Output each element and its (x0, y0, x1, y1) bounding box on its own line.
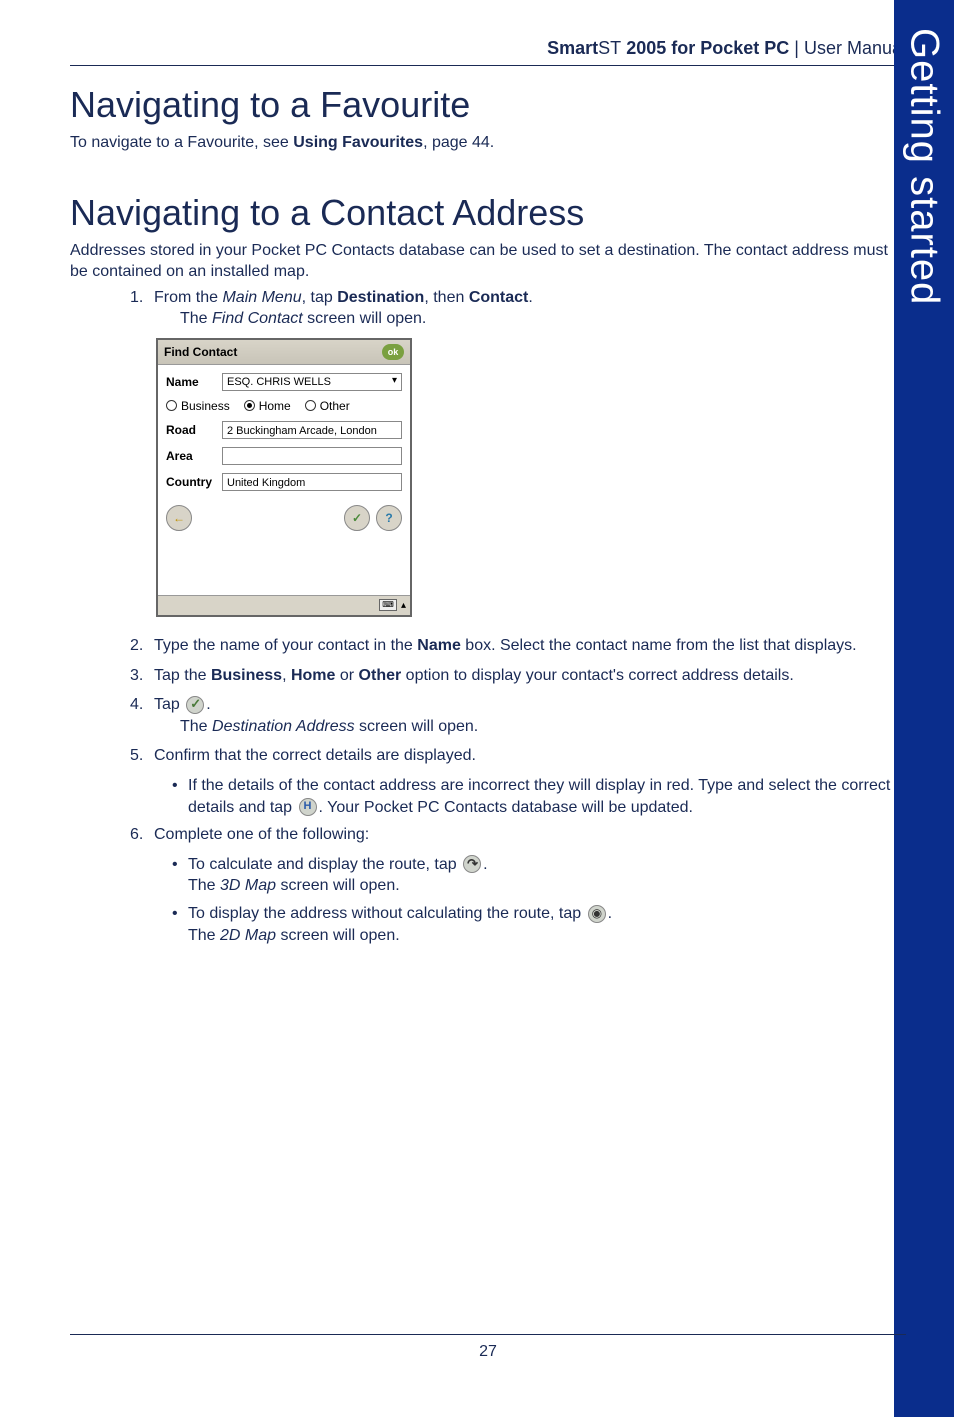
ppc-area-label: Area (166, 449, 222, 463)
sidebar-section-label: Getting started (902, 28, 947, 305)
step-4: 4. Tap . The Destination Address screen … (130, 694, 906, 737)
ppc-titlebar: Find Contact ok (158, 340, 410, 365)
step-5-bullet-1: If the details of the contact address ar… (160, 775, 906, 818)
step-6-b2-sub: The 2D Map screen will open. (188, 925, 906, 947)
ppc-radio-home[interactable]: Home (244, 399, 291, 413)
step-1: 1. From the Main Menu, tap Destination, … (130, 287, 906, 330)
ppc-radio-business[interactable]: Business (166, 399, 230, 413)
brand-strong: Smart (547, 38, 598, 58)
contact-intro: Addresses stored in your Pocket PC Conta… (70, 240, 906, 283)
brand-suffix: 2005 for Pocket PC (621, 38, 789, 58)
ppc-radio-other[interactable]: Other (305, 399, 350, 413)
header-sep: | (789, 38, 804, 58)
ppc-title-text: Find Contact (164, 345, 237, 359)
step-2: 2. Type the name of your contact in the … (130, 635, 906, 657)
radio-icon (166, 400, 177, 411)
ppc-area-row: Area (166, 447, 402, 465)
step-6: 6. Complete one of the following: (130, 824, 906, 846)
ppc-road-row: Road 2 Buckingham Arcade, London (166, 421, 402, 439)
step-6-b1-sub: The 3D Map screen will open. (188, 875, 906, 897)
ppc-country-input[interactable]: United Kingdom (222, 473, 402, 491)
brand-thin: ST (598, 38, 621, 58)
ppc-footer: ⌨ ▴ (158, 595, 410, 615)
fav-intro: To navigate to a Favourite, see Using Fa… (70, 132, 906, 154)
running-header: SmartST 2005 for Pocket PC | User Manual (70, 38, 906, 66)
eye-icon (588, 905, 606, 923)
ppc-name-label: Name (166, 375, 222, 389)
heading-fav: Navigating to a Favourite (70, 84, 906, 126)
check-icon (186, 696, 204, 714)
ppc-road-label: Road (166, 423, 222, 437)
step-4-sub: The Destination Address screen will open… (180, 716, 906, 738)
ppc-body: Name ESQ. CHRIS WELLS Business Home Othe… (158, 365, 410, 595)
radio-icon (305, 400, 316, 411)
step-6-bullet-2: To display the address without calculati… (160, 903, 906, 946)
ppc-country-row: Country United Kingdom (166, 473, 402, 491)
step-3: 3. Tap the Business, Home or Other optio… (130, 665, 906, 687)
step-5: 5. Confirm that the correct details are … (130, 745, 906, 767)
ppc-road-input[interactable]: 2 Buckingham Arcade, London (222, 421, 402, 439)
ppc-button-row: ← ✓ ? (166, 499, 402, 555)
ppc-country-label: Country (166, 475, 222, 489)
page-footer: 27 (70, 1334, 906, 1361)
page-number: 27 (479, 1343, 497, 1360)
find-contact-screenshot: Find Contact ok Name ESQ. CHRIS WELLS Bu… (156, 338, 412, 617)
ppc-name-select[interactable]: ESQ. CHRIS WELLS (222, 373, 402, 391)
doc-type: User Manual (804, 38, 906, 58)
ppc-confirm-button[interactable]: ✓ (344, 505, 370, 531)
save-icon (299, 798, 317, 816)
heading-contact: Navigating to a Contact Address (70, 192, 906, 234)
ppc-help-button[interactable]: ? (376, 505, 402, 531)
ppc-name-row: Name ESQ. CHRIS WELLS (166, 373, 402, 391)
step-1-sub: The Find Contact screen will open. (180, 308, 906, 330)
ppc-ok-button[interactable]: ok (382, 344, 404, 360)
page-content: SmartST 2005 for Pocket PC | User Manual… (70, 38, 906, 946)
route-icon (463, 855, 481, 873)
ppc-keyboard-icon[interactable]: ⌨ (379, 599, 397, 611)
ppc-back-button[interactable]: ← (166, 505, 192, 531)
radio-icon (244, 400, 255, 411)
ppc-address-type-radios: Business Home Other (166, 399, 402, 413)
ppc-up-icon[interactable]: ▴ (401, 600, 406, 611)
step-6-bullet-1: To calculate and display the route, tap … (160, 854, 906, 897)
manual-page: Getting started SmartST 2005 for Pocket … (0, 0, 954, 1417)
ppc-area-input[interactable] (222, 447, 402, 465)
